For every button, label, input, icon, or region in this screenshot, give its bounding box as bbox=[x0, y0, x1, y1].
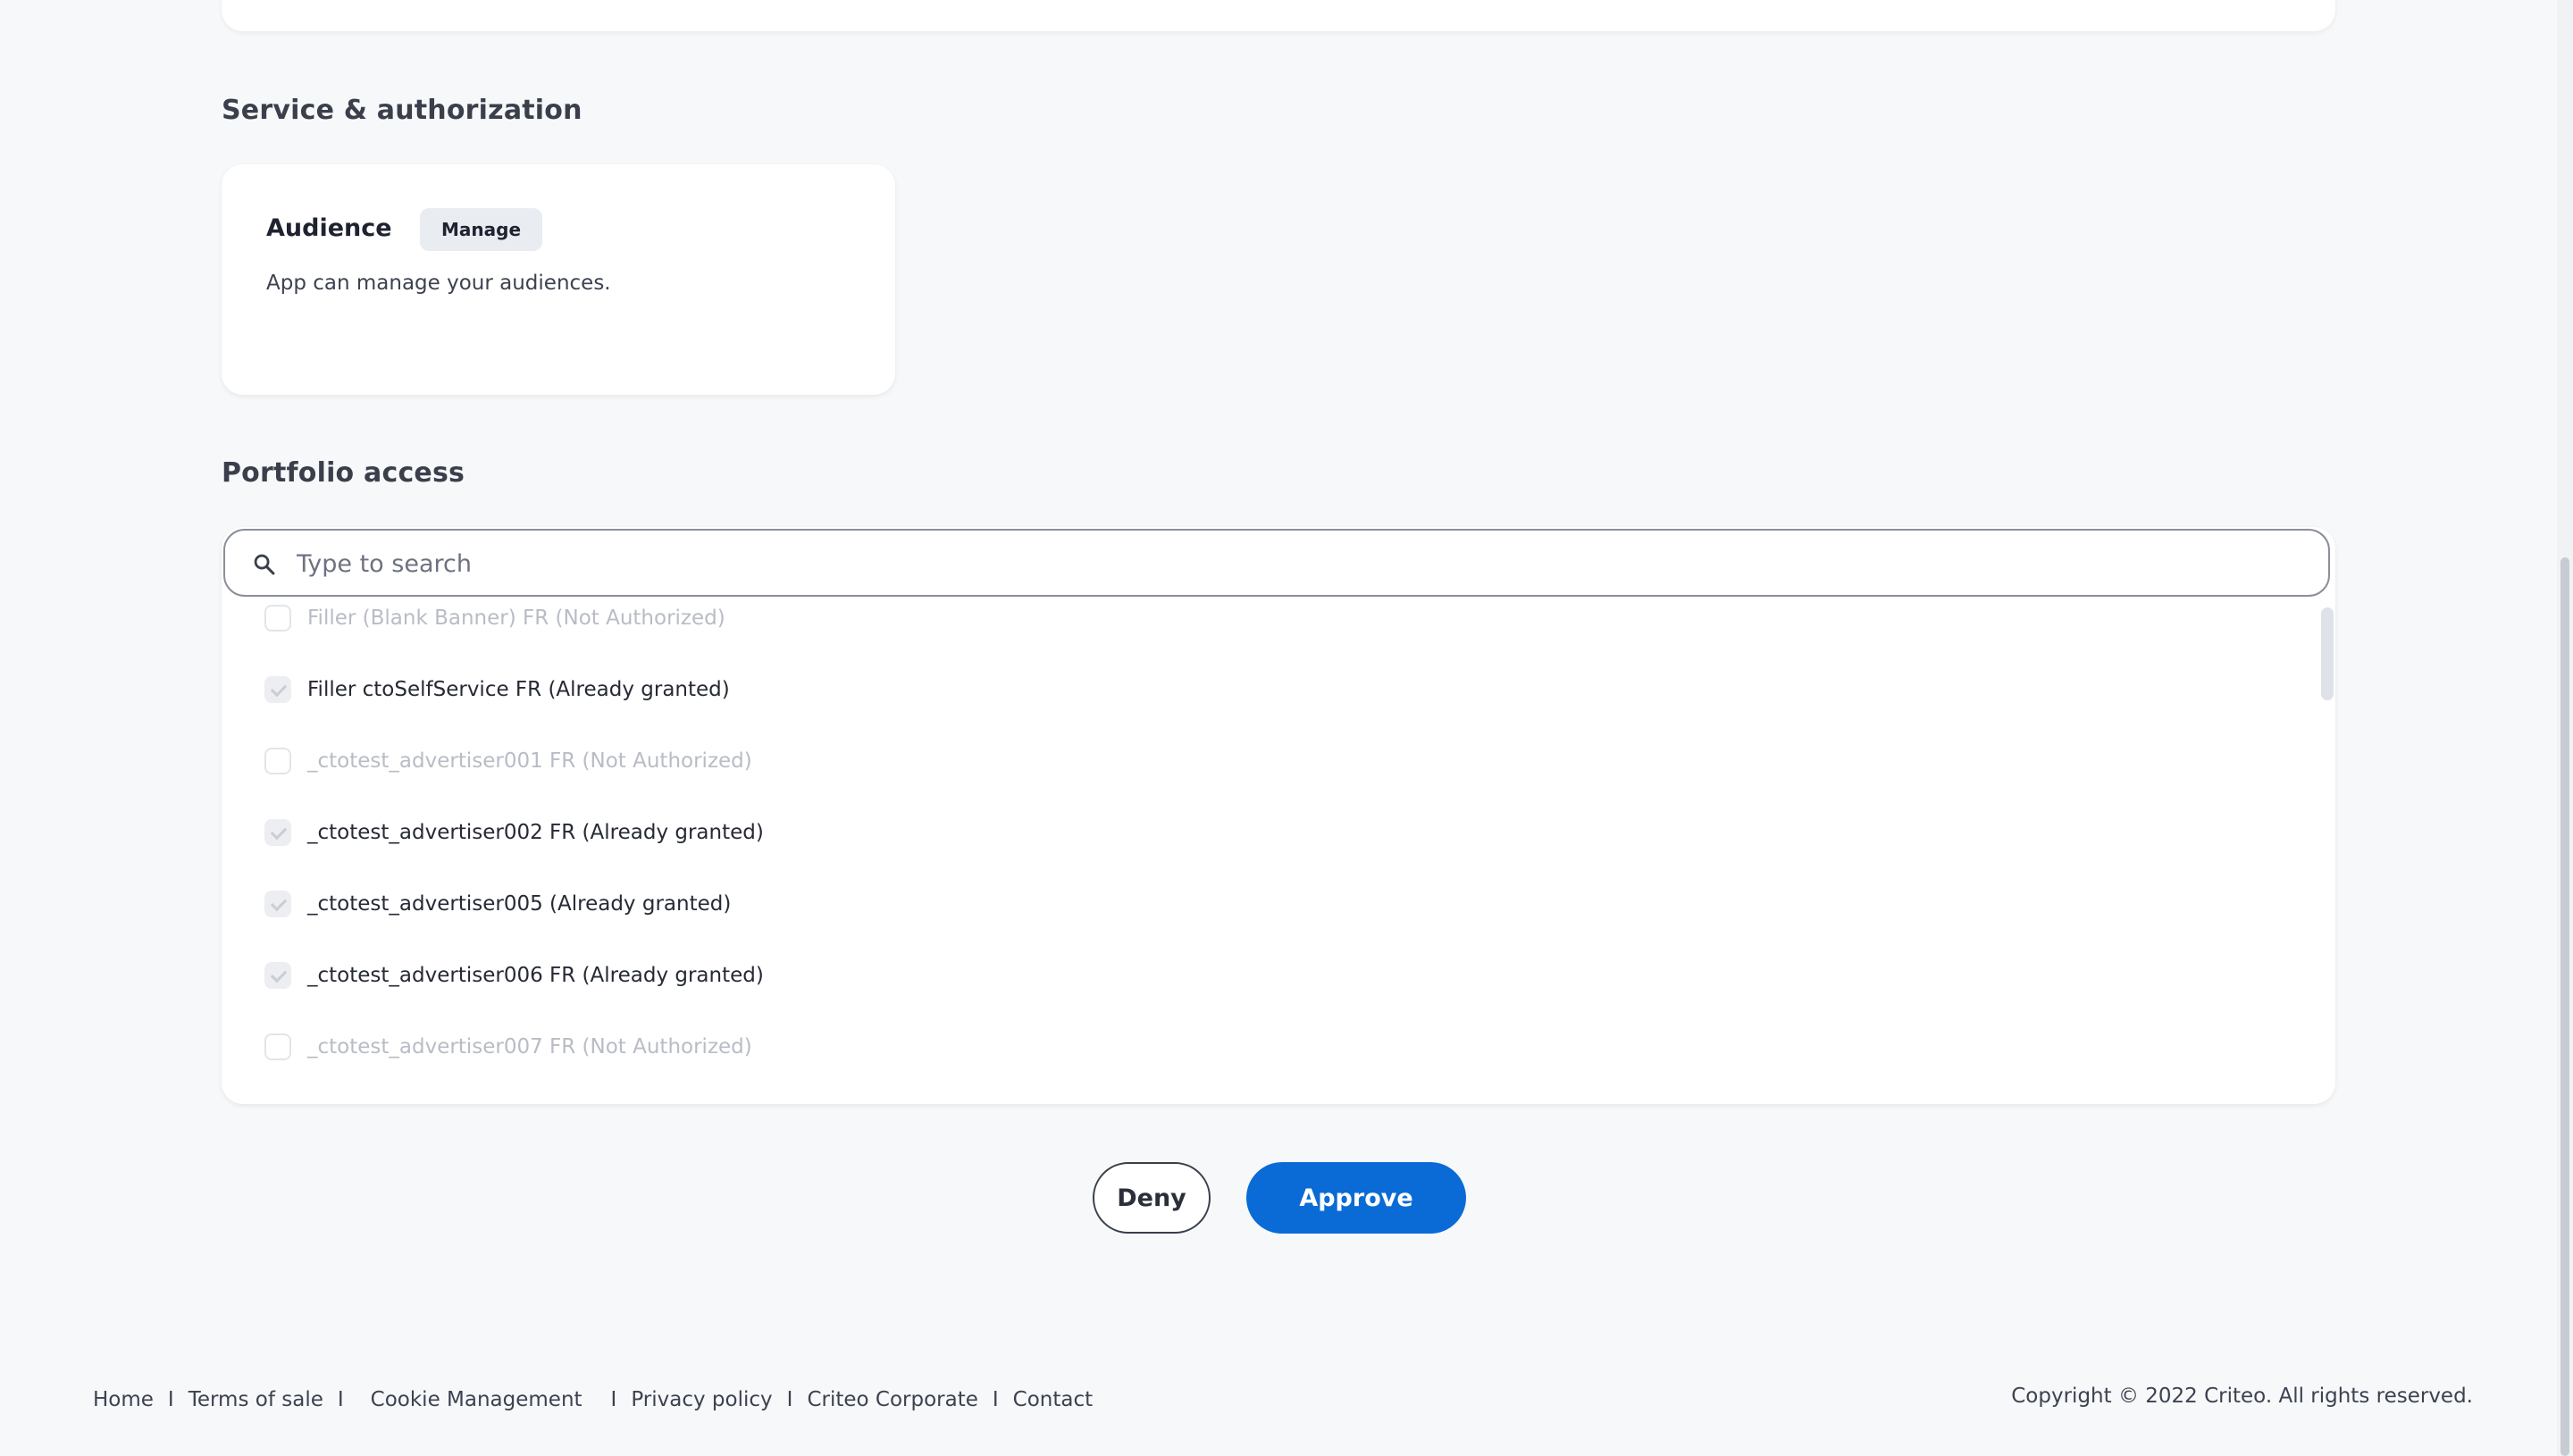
footer-link-contact[interactable]: Contact bbox=[1013, 1388, 1093, 1411]
list-item-label: Filler ctoSelfService FR (Already grante… bbox=[307, 678, 730, 701]
portfolio-checkbox bbox=[264, 1033, 291, 1060]
approve-button[interactable]: Approve bbox=[1246, 1162, 1466, 1234]
manage-permission-badge: Manage bbox=[420, 208, 543, 251]
footer-link-home[interactable]: Home bbox=[93, 1388, 154, 1411]
portfolio-checkbox bbox=[264, 819, 291, 846]
search-icon bbox=[254, 554, 275, 575]
consent-page: Service & authorization Audience Manage … bbox=[0, 0, 2573, 1456]
list-item: _ctotest_advertiser005 (Already granted) bbox=[264, 886, 731, 922]
footer-separator: I bbox=[610, 1388, 617, 1411]
list-item: _ctotest_advertiser007 FR (Not Authorize… bbox=[264, 1029, 752, 1065]
page-scrollbar-thumb[interactable] bbox=[2560, 557, 2569, 1456]
list-item-label: Filler (Blank Banner) FR (Not Authorized… bbox=[307, 607, 725, 630]
list-item-label: _ctotest_advertiser006 FR (Already grant… bbox=[307, 964, 764, 987]
audience-description: App can manage your audiences. bbox=[266, 272, 611, 295]
search-box[interactable] bbox=[223, 529, 2330, 597]
list-item-label: _ctotest_advertiser005 (Already granted) bbox=[307, 892, 732, 916]
app-info-card bbox=[222, 0, 2335, 31]
search-input[interactable] bbox=[295, 531, 2264, 597]
list-item: Filler ctoSelfService FR (Already grante… bbox=[264, 672, 730, 707]
list-item-label: _ctotest_advertiser002 FR (Already grant… bbox=[307, 821, 764, 844]
portfolio-section-title: Portfolio access bbox=[222, 457, 465, 489]
footer-nav: Home I Terms of sale I Cookie Management… bbox=[93, 1388, 1093, 1411]
list-item: Filler (Blank Banner) FR (Not Authorized… bbox=[264, 600, 725, 636]
audience-service-card: Audience Manage App can manage your audi… bbox=[222, 164, 895, 395]
portfolio-checkbox bbox=[264, 605, 291, 632]
deny-button[interactable]: Deny bbox=[1093, 1162, 1211, 1234]
footer-separator: I bbox=[786, 1388, 793, 1411]
portfolio-list[interactable]: Filler (Blank Banner) FR (Not Authorized… bbox=[222, 598, 2335, 1104]
list-item-label: _ctotest_advertiser007 FR (Not Authorize… bbox=[307, 1035, 752, 1059]
portfolio-checkbox bbox=[264, 676, 291, 703]
list-item: _ctotest_advertiser002 FR (Already grant… bbox=[264, 815, 764, 850]
portfolio-checkbox bbox=[264, 891, 291, 917]
footer-link-corporate[interactable]: Criteo Corporate bbox=[807, 1388, 977, 1411]
portfolio-checkbox bbox=[264, 962, 291, 989]
footer-link-terms[interactable]: Terms of sale bbox=[189, 1388, 323, 1411]
footer-separator: I bbox=[337, 1388, 344, 1411]
footer-separator: I bbox=[992, 1388, 999, 1411]
footer-separator: I bbox=[167, 1388, 174, 1411]
copyright-text: Copyright © 2022 Criteo. All rights rese… bbox=[2011, 1385, 2473, 1408]
list-item: _ctotest_advertiser006 FR (Already grant… bbox=[264, 958, 764, 993]
list-item-label: _ctotest_advertiser001 FR (Not Authorize… bbox=[307, 749, 752, 773]
portfolio-access-card: Filler (Blank Banner) FR (Not Authorized… bbox=[222, 527, 2335, 1104]
footer-link-privacy[interactable]: Privacy policy bbox=[631, 1388, 772, 1411]
portfolio-checkbox bbox=[264, 748, 291, 774]
list-scrollbar[interactable] bbox=[2321, 607, 2334, 700]
list-item: _ctotest_advertiser001 FR (Not Authorize… bbox=[264, 743, 752, 779]
audience-title: Audience bbox=[266, 214, 392, 242]
service-section-title: Service & authorization bbox=[222, 95, 582, 126]
footer-link-cookies[interactable]: Cookie Management bbox=[371, 1388, 582, 1411]
